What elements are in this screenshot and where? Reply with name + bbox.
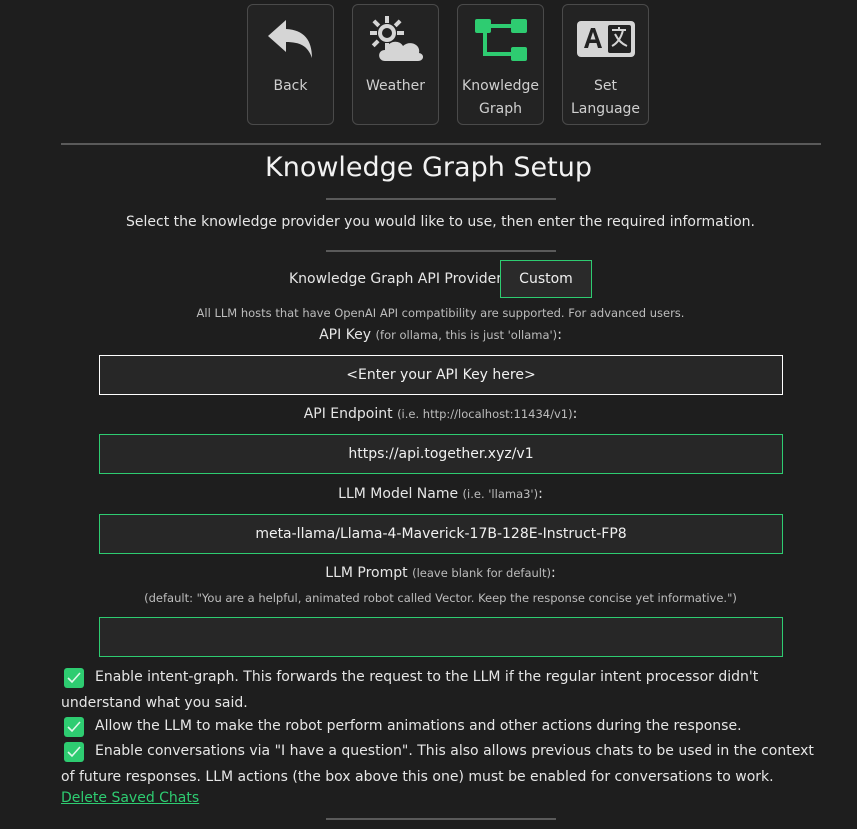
model-name-input[interactable]: meta-llama/Llama-4-Maverick-17B-128E-Ins… <box>99 514 783 554</box>
delete-saved-chats-link[interactable]: Delete Saved Chats <box>61 790 199 806</box>
api-key-label: API Key (for ollama, this is just 'ollam… <box>319 327 562 343</box>
knowledge-graph-label: Knowledge Graph <box>462 78 539 117</box>
divider <box>326 818 556 820</box>
top-nav: Back Weather Knowledge Graph Set Languag… <box>0 4 857 128</box>
provider-row: Knowledge Graph API Provider: Custom <box>0 260 857 300</box>
api-key-hint: (for ollama, this is just 'ollama') <box>375 328 558 342</box>
set-language-label: Set Language <box>570 78 641 117</box>
provider-label: Knowledge Graph API Provider: <box>289 271 507 287</box>
back-label: Back <box>273 78 308 94</box>
conversations-text: Enable conversations via "I have a quest… <box>61 743 814 785</box>
language-icon <box>563 11 648 67</box>
back-arrow-icon <box>248 11 333 67</box>
weather-icon <box>353 11 438 67</box>
weather-label: Weather <box>366 78 425 94</box>
knowledge-graph-icon <box>458 11 543 67</box>
page-title: Knowledge Graph Setup <box>265 152 592 183</box>
model-name-hint: (i.e. 'llama3') <box>462 487 539 501</box>
divider <box>61 143 821 145</box>
llm-prompt-label: LLM Prompt (leave blank for default): <box>325 565 556 581</box>
knowledge-graph-button[interactable]: Knowledge Graph <box>457 4 544 125</box>
provider-select[interactable]: Custom <box>500 260 592 298</box>
set-language-button[interactable]: Set Language <box>562 4 649 125</box>
divider <box>326 198 556 200</box>
intent-graph-text: Enable intent-graph. This forwards the r… <box>61 669 759 711</box>
api-endpoint-input[interactable]: https://api.together.xyz/v1 <box>99 434 783 474</box>
divider <box>326 250 556 252</box>
api-endpoint-hint: (i.e. http://localhost:11434/v1) <box>397 407 573 421</box>
llm-prompt-input[interactable] <box>99 617 783 657</box>
knowledge-graph-setup-page: Back Weather Knowledge Graph Set Languag… <box>0 0 857 829</box>
back-button[interactable]: Back <box>247 4 334 125</box>
weather-button[interactable]: Weather <box>352 4 439 125</box>
llm-prompt-hint: (leave blank for default) <box>412 566 551 580</box>
model-name-label: LLM Model Name (i.e. 'llama3'): <box>338 486 543 502</box>
api-key-input[interactable]: <Enter your API Key here> <box>99 355 783 395</box>
page-description: Select the knowledge provider you would … <box>126 214 755 230</box>
prompt-default-note: (default: "You are a helpful, animated r… <box>144 591 737 605</box>
llm-actions-text: Allow the LLM to make the robot perform … <box>95 718 742 734</box>
api-endpoint-label: API Endpoint (i.e. http://localhost:1143… <box>303 406 578 422</box>
provider-note: All LLM hosts that have OpenAI API compa… <box>196 306 685 320</box>
